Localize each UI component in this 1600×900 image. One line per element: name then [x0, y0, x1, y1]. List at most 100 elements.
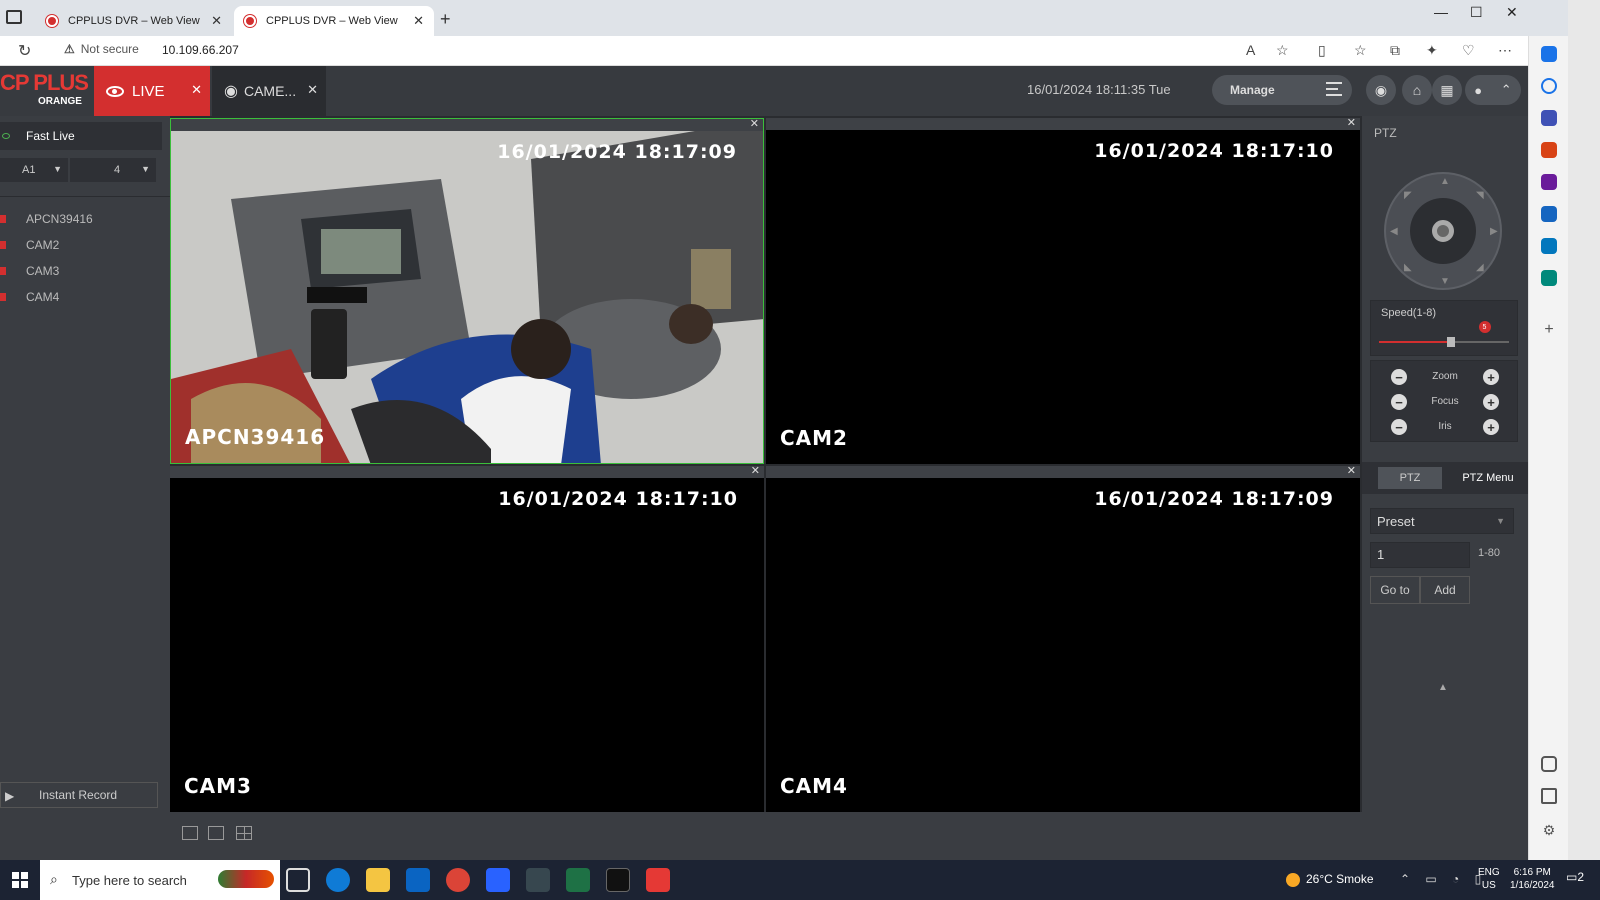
- arrow-down-icon[interactable]: ▼: [1440, 276, 1450, 287]
- browser-tab-2[interactable]: CPPLUS DVR – Web View ✕: [234, 6, 434, 36]
- close-tab-icon[interactable]: ✕: [211, 13, 222, 29]
- close-tab-icon[interactable]: ✕: [413, 13, 424, 29]
- collapse-up-icon[interactable]: ▲: [1438, 682, 1448, 693]
- video-tile-3[interactable]: ✕ 16/01/2024 18:17:10 CAM3: [170, 464, 764, 812]
- close-live-tab-icon[interactable]: ✕: [191, 82, 202, 98]
- reload-icon[interactable]: ↻: [18, 41, 31, 61]
- search-icon[interactable]: [1541, 78, 1557, 94]
- system-tray-icons[interactable]: ⌃ ▭ ◔ ▯: [1400, 872, 1487, 886]
- games-icon[interactable]: [1541, 174, 1557, 190]
- home-icon[interactable]: ⌂: [1402, 75, 1432, 105]
- excel-app-icon[interactable]: [566, 868, 590, 892]
- favorite-star-icon[interactable]: ☆: [1276, 42, 1289, 59]
- maximize-button[interactable]: ☐: [1470, 4, 1483, 21]
- close-tile-icon[interactable]: ✕: [750, 119, 759, 130]
- weather-widget[interactable]: 26°C Smoke: [1286, 872, 1374, 887]
- tab-ptz[interactable]: PTZ: [1378, 467, 1442, 489]
- instant-record-button[interactable]: ▶ Instant Record: [0, 782, 158, 808]
- terminal-app-icon[interactable]: [606, 868, 630, 892]
- arrow-down-left-icon[interactable]: ◣: [1404, 262, 1412, 273]
- user-menu[interactable]: ● ⌃: [1465, 75, 1521, 105]
- anydesk-app-icon[interactable]: [646, 868, 670, 892]
- add-icon[interactable]: +: [1541, 322, 1557, 338]
- tab-camera[interactable]: ◉ CAME... ✕: [212, 66, 326, 116]
- tab-ptz-menu[interactable]: PTZ Menu: [1456, 467, 1520, 489]
- arrow-up-icon[interactable]: ▲: [1440, 176, 1450, 187]
- video-tile-2[interactable]: ✕ 16/01/2024 18:17:10 CAM2: [766, 116, 1360, 464]
- grid-icon[interactable]: ▦: [1432, 75, 1462, 105]
- arrow-up-left-icon[interactable]: ◤: [1404, 190, 1412, 201]
- tally-app-icon[interactable]: [526, 868, 550, 892]
- settings-gear-icon[interactable]: ⚙: [1541, 822, 1557, 838]
- fast-live-header[interactable]: Fast Live: [0, 122, 162, 150]
- new-tab-button[interactable]: +: [440, 9, 451, 30]
- speed-slider-handle[interactable]: [1446, 337, 1455, 347]
- arrow-down-right-icon[interactable]: ◢: [1476, 262, 1484, 273]
- camera-list-item[interactable]: CAM4: [0, 290, 59, 304]
- shopping-icon[interactable]: [1541, 110, 1557, 126]
- tab-actions-icon[interactable]: [6, 10, 22, 24]
- drop-icon[interactable]: [1541, 270, 1557, 286]
- close-tile-icon[interactable]: ✕: [751, 464, 760, 477]
- iris-open-button[interactable]: +: [1483, 419, 1499, 435]
- camera-list-item[interactable]: CAM3: [0, 264, 59, 278]
- preset-select[interactable]: Preset ▼: [1370, 508, 1514, 534]
- file-explorer-icon[interactable]: [366, 868, 390, 892]
- notification-button[interactable]: ▭2: [1566, 870, 1584, 884]
- zoom-in-button[interactable]: +: [1483, 369, 1499, 385]
- speed-slider[interactable]: [1379, 337, 1509, 347]
- ptz-direction-pad[interactable]: ▲ ▼ ◀ ▶ ◤ ◥ ◣ ◢: [1384, 172, 1502, 290]
- close-tile-icon[interactable]: ✕: [1347, 116, 1356, 129]
- more-options-icon[interactable]: ⋯: [1498, 42, 1512, 59]
- favorites-icon[interactable]: ☆: [1354, 42, 1367, 59]
- task-view-icon[interactable]: [286, 868, 310, 892]
- camera-list-item[interactable]: CAM2: [0, 238, 59, 252]
- arrow-left-icon[interactable]: ◀: [1390, 226, 1398, 237]
- start-button[interactable]: [12, 872, 28, 888]
- split-selector[interactable]: 4 ▼: [70, 158, 156, 182]
- minimize-button[interactable]: —: [1434, 4, 1448, 20]
- edge-app-icon[interactable]: [326, 868, 350, 892]
- live-view-icon[interactable]: ◉: [1366, 75, 1396, 105]
- browser-tab-1[interactable]: CPPLUS DVR – Web View ✕: [36, 6, 232, 36]
- chrome-app-icon[interactable]: [446, 868, 470, 892]
- ptz-auto-button[interactable]: [1432, 220, 1454, 242]
- close-camera-tab-icon[interactable]: ✕: [307, 82, 318, 98]
- video-tile-4[interactable]: ✕ 16/01/2024 18:17:09 CAM4: [766, 464, 1360, 812]
- extensions-icon[interactable]: ✦: [1426, 42, 1438, 59]
- arrow-right-icon[interactable]: ▶: [1490, 226, 1498, 237]
- copilot-icon[interactable]: [1541, 46, 1557, 62]
- language-indicator[interactable]: ENG US: [1478, 866, 1500, 892]
- collections-icon[interactable]: ⧉: [1390, 42, 1400, 59]
- stream-selector[interactable]: A1 ▼: [0, 158, 68, 182]
- tools-icon[interactable]: [1541, 142, 1557, 158]
- url-field[interactable]: 10.109.66.207: [162, 43, 239, 57]
- focus-far-button[interactable]: +: [1483, 394, 1499, 410]
- sidebar-toggle-icon[interactable]: [1541, 756, 1557, 772]
- close-tile-icon[interactable]: ✕: [1347, 464, 1356, 477]
- taskbar-search[interactable]: ⌕ Type here to search: [40, 860, 280, 900]
- quad-view-icon[interactable]: [236, 826, 252, 840]
- goto-preset-button[interactable]: Go to: [1370, 576, 1420, 604]
- fullscreen-icon[interactable]: [182, 826, 198, 840]
- add-preset-button[interactable]: Add: [1420, 576, 1470, 604]
- open-external-icon[interactable]: [1541, 788, 1557, 804]
- security-indicator[interactable]: ⚠ Not secure: [64, 42, 139, 56]
- store-app-icon[interactable]: [486, 868, 510, 892]
- manage-button[interactable]: Manage: [1212, 75, 1352, 105]
- read-aloud-icon[interactable]: A: [1246, 42, 1255, 58]
- preset-number-input[interactable]: 1: [1370, 542, 1470, 568]
- arrow-up-right-icon[interactable]: ◥: [1476, 190, 1484, 201]
- browser-essentials-icon[interactable]: ♡: [1462, 42, 1475, 59]
- video-tile-1[interactable]: ✕ 16/01/2024 18:17:09 APCN39416: [170, 118, 764, 464]
- single-view-icon[interactable]: [208, 826, 224, 840]
- close-window-button[interactable]: ✕: [1506, 4, 1518, 21]
- camera-list-item[interactable]: APCN39416: [0, 212, 93, 226]
- outlook-app-icon[interactable]: [406, 868, 430, 892]
- microsoft365-icon[interactable]: [1541, 206, 1557, 222]
- split-screen-icon[interactable]: ▯: [1318, 42, 1326, 59]
- outlook-icon[interactable]: [1541, 238, 1557, 254]
- language-code: ENG: [1478, 867, 1500, 878]
- taskbar-clock[interactable]: 6:16 PM 1/16/2024: [1510, 866, 1555, 892]
- tab-live[interactable]: LIVE ✕: [94, 66, 210, 116]
